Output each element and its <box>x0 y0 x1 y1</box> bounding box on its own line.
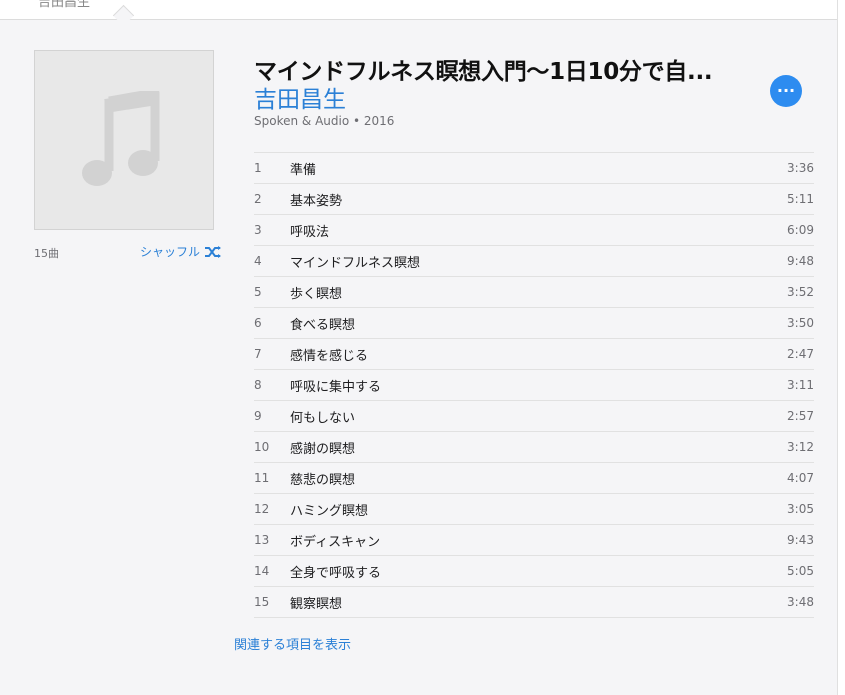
track-number: 8 <box>254 378 262 392</box>
track-name: ボディスキャン <box>290 534 381 550</box>
track-name: 呼吸法 <box>290 224 330 240</box>
track-duration: 6:09 <box>787 223 814 237</box>
track-row[interactable]: 2 基本姿勢 5:11 <box>254 184 814 215</box>
track-name: 呼吸に集中する <box>290 379 382 395</box>
track-duration: 5:11 <box>787 192 814 206</box>
track-row[interactable]: 7 感情を感じる 2:47 <box>254 339 814 370</box>
track-row[interactable]: 9 何もしない 2:57 <box>254 401 814 432</box>
track-name: 食べる瞑想 <box>290 317 356 333</box>
track-number: 7 <box>254 347 262 361</box>
track-name: 感謝の瞑想 <box>290 441 356 457</box>
track-duration: 3:05 <box>787 502 814 516</box>
top-nav-bar: 吉田昌生 <box>0 0 838 27</box>
track-name: ハミング瞑想 <box>290 503 369 519</box>
track-row[interactable]: 8 呼吸に集中する 3:11 <box>254 370 814 401</box>
track-row[interactable]: 14 全身で呼吸する 5:05 <box>254 556 814 587</box>
track-duration: 3:52 <box>787 285 814 299</box>
track-duration: 4:07 <box>787 471 814 485</box>
track-name: 準備 <box>290 162 317 178</box>
album-artwork <box>34 50 214 230</box>
track-number: 1 <box>254 161 262 175</box>
track-number: 5 <box>254 285 262 299</box>
track-number: 13 <box>254 533 270 547</box>
track-duration: 3:36 <box>787 161 814 175</box>
track-duration: 3:11 <box>787 378 814 392</box>
track-row[interactable]: 10 感謝の瞑想 3:12 <box>254 432 814 463</box>
shuffle-button[interactable]: シャッフル <box>140 243 222 260</box>
track-number: 4 <box>254 254 262 268</box>
nav-tab-artist[interactable]: 吉田昌生 <box>38 0 90 10</box>
track-count: 15曲 <box>34 247 59 260</box>
track-row[interactable]: 1 準備 3:36 <box>254 153 814 184</box>
track-number: 11 <box>254 471 270 485</box>
track-duration: 9:48 <box>787 254 814 268</box>
track-number: 10 <box>254 440 270 454</box>
track-number: 14 <box>254 564 270 578</box>
window-edge <box>837 0 845 695</box>
track-number: 9 <box>254 409 262 423</box>
shuffle-icon <box>205 245 222 258</box>
track-row[interactable]: 6 食べる瞑想 3:50 <box>254 308 814 339</box>
track-name: 感情を感じる <box>290 348 369 364</box>
track-duration: 3:12 <box>787 440 814 454</box>
artist-link[interactable]: 吉田昌生 <box>254 80 346 114</box>
track-name: 全身で呼吸する <box>290 565 382 581</box>
track-number: 6 <box>254 316 262 330</box>
music-note-icon <box>82 91 160 186</box>
track-number: 3 <box>254 223 262 237</box>
track-row[interactable]: 3 呼吸法 6:09 <box>254 215 814 246</box>
more-icon: ··· <box>776 81 796 100</box>
track-duration: 2:57 <box>787 409 814 423</box>
track-number: 2 <box>254 192 262 206</box>
track-name: 観察瞑想 <box>290 596 343 612</box>
track-row[interactable]: 12 ハミング瞑想 3:05 <box>254 494 814 525</box>
track-name: 何もしない <box>290 410 356 426</box>
track-duration: 3:50 <box>787 316 814 330</box>
show-related-link[interactable]: 関連する項目を表示 <box>234 634 351 653</box>
track-row[interactable]: 4 マインドフルネス瞑想 9:48 <box>254 246 814 277</box>
track-row[interactable]: 5 歩く瞑想 3:52 <box>254 277 814 308</box>
track-name: マインドフルネス瞑想 <box>290 255 421 271</box>
track-row[interactable]: 11 慈悲の瞑想 4:07 <box>254 463 814 494</box>
track-number: 12 <box>254 502 270 516</box>
track-duration: 5:05 <box>787 564 814 578</box>
shuffle-label: シャッフル <box>140 245 201 259</box>
track-row[interactable]: 15 観察瞑想 3:48 <box>254 587 814 618</box>
track-name: 慈悲の瞑想 <box>290 472 356 488</box>
track-number: 15 <box>254 595 270 609</box>
track-name: 歩く瞑想 <box>290 286 343 302</box>
track-duration: 3:48 <box>787 595 814 609</box>
track-duration: 2:47 <box>787 347 814 361</box>
track-name: 基本姿勢 <box>290 193 343 209</box>
album-meta: Spoken & Audio • 2016 <box>254 114 395 128</box>
nav-tab-indicator <box>112 4 135 27</box>
track-row[interactable]: 13 ボディスキャン 9:43 <box>254 525 814 556</box>
track-list: 1 準備 3:36 2 基本姿勢 5:11 3 呼吸法 6:09 4 マインドフルネス瞑想 9:48 5… <box>254 152 814 618</box>
more-button[interactable]: ··· <box>770 75 802 107</box>
track-duration: 9:43 <box>787 533 814 547</box>
